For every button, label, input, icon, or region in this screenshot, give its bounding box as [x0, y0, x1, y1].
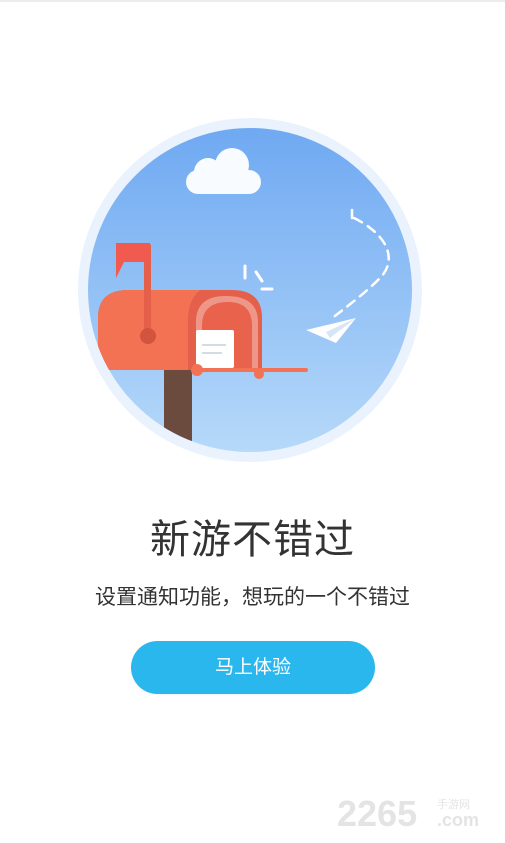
page-subtitle: 设置通知功能，想玩的一个不错过 — [95, 585, 410, 609]
notification-onboarding-screen: 新游不错过 设置通知功能，想玩的一个不错过 马上体验 2265 手游网 .com — [0, 0, 505, 843]
watermark-site-cn: 手游网 — [437, 797, 470, 811]
watermark-number: 2265 — [337, 793, 417, 833]
page-title: 新游不错过 — [150, 517, 355, 563]
mailbox-post — [164, 370, 192, 452]
mailbox-illustration — [78, 118, 422, 462]
site-watermark: 2265 手游网 .com — [337, 793, 479, 833]
try-now-button[interactable]: 马上体验 — [131, 641, 375, 694]
letter-icon — [196, 330, 234, 368]
watermark-domain: .com — [437, 810, 479, 830]
